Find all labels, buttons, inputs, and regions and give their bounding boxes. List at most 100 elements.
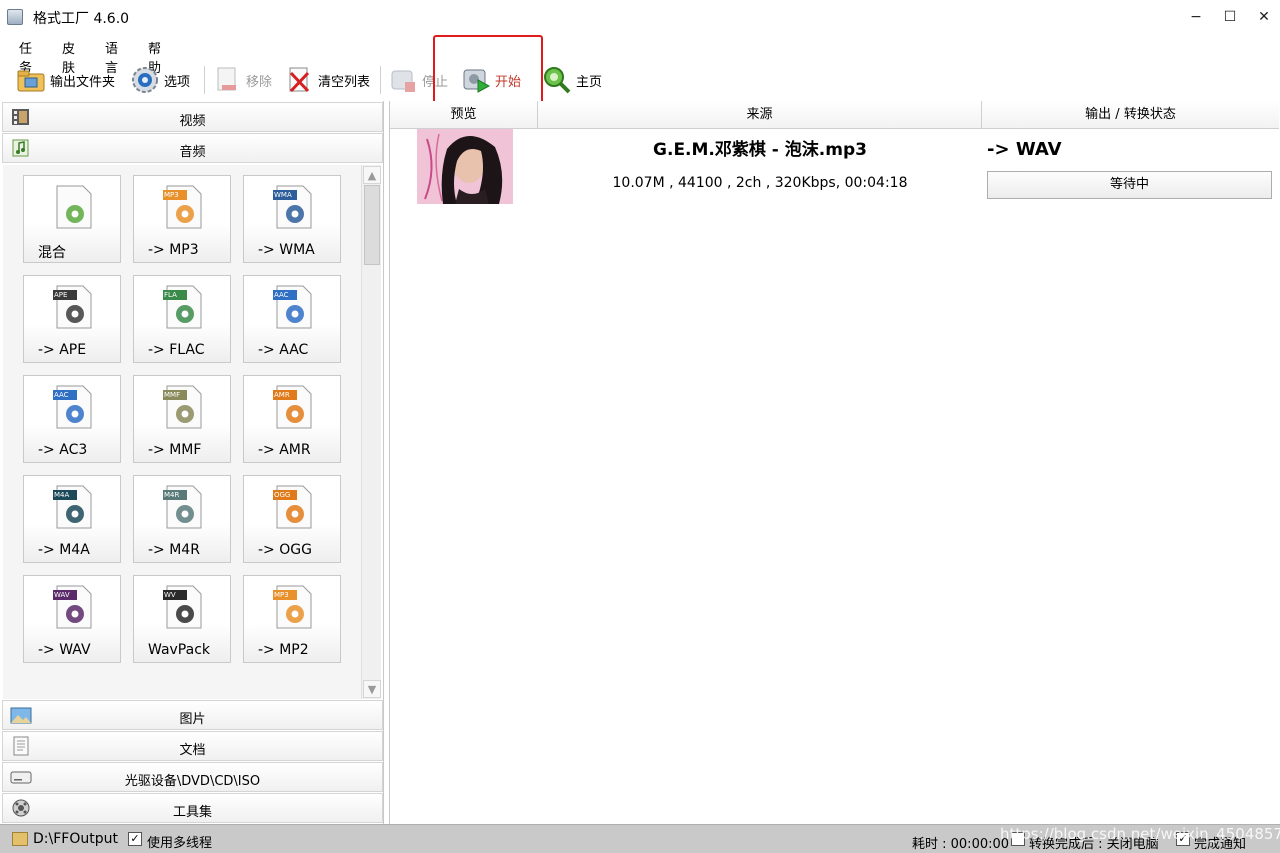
format-tag: MMF bbox=[164, 391, 181, 399]
remove-icon bbox=[217, 67, 236, 91]
audio-format-grid: 混合 MP3 -> MP3 WMA -> WMA APE -> APE FLA -> FLAC A… bbox=[3, 165, 361, 699]
format-tile-label: -> WAV bbox=[38, 642, 91, 658]
output-format: -> WAV bbox=[987, 139, 1062, 160]
output-path[interactable]: D:\FFOutput bbox=[33, 831, 118, 847]
toolbar-separator bbox=[380, 66, 381, 94]
title-bar: 格式工厂 4.6.0 − ☐ ✕ bbox=[0, 0, 1280, 34]
format-file-icon bbox=[56, 185, 92, 229]
format-tag: WAV bbox=[54, 591, 70, 599]
source-file-name: G.E.M.邓紫棋 - 泡沫.mp3 bbox=[653, 140, 867, 160]
format-tag: APE bbox=[54, 291, 68, 299]
toolbar-separator bbox=[204, 66, 205, 94]
format-tile-label: -> M4A bbox=[38, 542, 90, 558]
category-document-label: 文档 bbox=[179, 743, 206, 758]
format-tile-label: -> AMR bbox=[258, 442, 311, 458]
format-tile-label: WavPack bbox=[148, 642, 211, 658]
output-folder-label: 输出文件夹 bbox=[50, 74, 116, 90]
format-tile-amr[interactable]: AMR -> AMR bbox=[243, 375, 341, 463]
format-tile-label: -> MP3 bbox=[148, 242, 199, 258]
format-tile-wma[interactable]: WMA -> WMA bbox=[243, 175, 341, 263]
format-tag: AAC bbox=[54, 391, 69, 399]
maximize-button[interactable]: ☐ bbox=[1213, 4, 1247, 30]
format-tag: AAC bbox=[274, 291, 289, 299]
format-tile-flac[interactable]: FLA -> FLAC bbox=[133, 275, 231, 363]
grid-scrollbar[interactable]: ▲ ▼ bbox=[361, 165, 381, 699]
format-tile-label: -> MMF bbox=[148, 442, 202, 458]
category-video-label: 视频 bbox=[179, 114, 206, 129]
multithread-checkbox[interactable]: ✓ bbox=[128, 832, 142, 846]
format-tag: WV bbox=[164, 591, 176, 599]
category-document[interactable]: 文档 bbox=[2, 731, 383, 761]
format-tile-ape[interactable]: APE -> APE bbox=[23, 275, 121, 363]
format-tile-label: -> AC3 bbox=[38, 442, 88, 458]
stop-icon bbox=[391, 70, 415, 92]
format-tile-mp3[interactable]: MP3 -> MP3 bbox=[133, 175, 231, 263]
clear-list-button[interactable]: 清空列表 bbox=[284, 64, 370, 96]
format-tile-label: -> MP2 bbox=[258, 642, 309, 658]
home-button[interactable]: 主页 bbox=[542, 64, 602, 96]
category-video[interactable]: 视频 bbox=[2, 102, 383, 132]
album-cover-thumbnail bbox=[417, 129, 513, 204]
task-list: 预览 来源 输出 / 转换状态 G.E.M.邓紫棋 - 泡沫.mp3 10.07… bbox=[389, 101, 1279, 824]
column-source[interactable]: 来源 bbox=[538, 101, 982, 129]
format-tag: AMR bbox=[274, 391, 290, 399]
category-audio[interactable]: 音频 bbox=[2, 133, 383, 163]
category-rom[interactable]: 光驱设备\DVD\CD\ISO bbox=[2, 762, 383, 792]
toolbar: 输出文件夹 选项 移除 清空列表 停止 开始 主页 bbox=[0, 60, 1280, 100]
window-title: 格式工厂 4.6.0 bbox=[33, 11, 130, 27]
category-image[interactable]: 图片 bbox=[2, 700, 383, 730]
minimize-button[interactable]: − bbox=[1179, 4, 1213, 30]
format-tag: OGG bbox=[274, 491, 291, 499]
elapsed-time: 耗时 : 00:00:00 bbox=[912, 837, 1010, 852]
clear-list-icon bbox=[289, 67, 310, 93]
format-tag: M4A bbox=[54, 491, 70, 499]
format-tag: MP3 bbox=[164, 191, 179, 199]
format-tag: WMA bbox=[274, 191, 292, 199]
column-preview[interactable]: 预览 bbox=[390, 101, 538, 129]
home-label: 主页 bbox=[576, 74, 603, 90]
format-tile-ac3[interactable]: AAC -> AC3 bbox=[23, 375, 121, 463]
watermark-text: https://blog.csdn.net/weixin_45048578 bbox=[1000, 825, 1280, 843]
format-tile-mix[interactable]: 混合 bbox=[23, 175, 121, 263]
folder-icon bbox=[17, 70, 45, 92]
category-tools[interactable]: 工具集 bbox=[2, 793, 383, 823]
remove-button[interactable]: 移除 bbox=[212, 64, 272, 96]
format-tile-label: -> WMA bbox=[258, 242, 315, 258]
format-tile-aac[interactable]: AAC -> AAC bbox=[243, 275, 341, 363]
category-tools-label: 工具集 bbox=[172, 805, 212, 820]
format-tile-m4a[interactable]: M4A -> M4A bbox=[23, 475, 121, 563]
source-file-info: 10.07M , 44100 , 2ch , 320Kbps, 00:04:18 bbox=[612, 175, 908, 191]
clear-list-label: 清空列表 bbox=[318, 74, 371, 90]
close-button[interactable]: ✕ bbox=[1247, 4, 1280, 30]
category-image-label: 图片 bbox=[179, 712, 206, 727]
format-tile-label: -> FLAC bbox=[148, 342, 205, 358]
app-icon bbox=[7, 9, 23, 25]
format-tile-ogg[interactable]: OGG -> OGG bbox=[243, 475, 341, 563]
scroll-up-icon[interactable]: ▲ bbox=[363, 166, 381, 184]
category-rom-label: 光驱设备\DVD\CD\ISO bbox=[124, 774, 261, 789]
home-icon bbox=[544, 67, 571, 94]
scroll-down-icon[interactable]: ▼ bbox=[363, 680, 381, 698]
category-panel: 视频 音频 混合 MP3 -> MP3 WMA -> WMA APE -> APE FLA ->… bbox=[0, 101, 384, 824]
scroll-thumb[interactable] bbox=[364, 185, 380, 265]
format-tile-label: -> M4R bbox=[148, 542, 200, 558]
format-tile-wav[interactable]: WAV -> WAV bbox=[23, 575, 121, 663]
format-tile-label: -> APE bbox=[38, 342, 87, 358]
format-tag: M4R bbox=[164, 491, 180, 499]
options-label: 选项 bbox=[164, 74, 191, 90]
output-folder-button[interactable]: 输出文件夹 bbox=[16, 64, 115, 96]
column-output[interactable]: 输出 / 转换状态 bbox=[982, 101, 1279, 129]
remove-label: 移除 bbox=[246, 74, 273, 90]
format-tile-wavpack[interactable]: WV WavPack bbox=[133, 575, 231, 663]
conversion-status[interactable]: 等待中 bbox=[987, 171, 1272, 199]
folder-icon[interactable] bbox=[12, 832, 28, 846]
format-tile-label: 混合 bbox=[38, 245, 66, 261]
format-tile-m4r[interactable]: M4R -> M4R bbox=[133, 475, 231, 563]
options-button[interactable]: 选项 bbox=[130, 64, 190, 96]
status-bar: D:\FFOutput ✓ 使用多线程 耗时 : 00:00:00 转换完成后 … bbox=[0, 824, 1280, 853]
category-audio-label: 音频 bbox=[179, 145, 206, 160]
format-tag: FLA bbox=[164, 291, 177, 299]
format-tag: MP3 bbox=[274, 591, 289, 599]
format-tile-mp2[interactable]: MP3 -> MP2 bbox=[243, 575, 341, 663]
format-tile-mmf[interactable]: MMF -> MMF bbox=[133, 375, 231, 463]
